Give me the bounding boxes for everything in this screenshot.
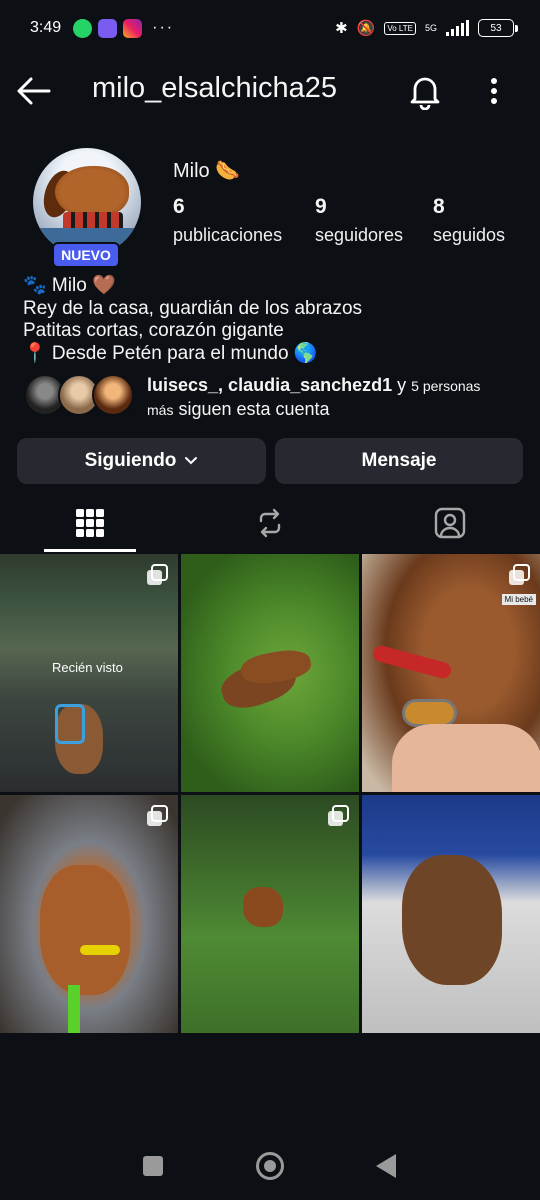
hand-shape — [392, 724, 540, 792]
post-thumbnail[interactable] — [181, 795, 359, 1033]
bluetooth-icon: ✱ — [335, 20, 348, 37]
back-button[interactable] — [376, 1154, 396, 1178]
message-button[interactable]: Mensaje — [275, 438, 523, 484]
profile-bio: 🐾 Milo 🤎 Rey de la casa, guardián de los… — [23, 275, 362, 365]
carousel-icon — [328, 805, 349, 826]
instagram-notification-icon — [123, 18, 143, 38]
avatar-dog-head — [55, 166, 129, 218]
collar-shape — [80, 945, 120, 955]
post-thumbnail[interactable] — [362, 795, 540, 1033]
app-notification-icon — [98, 18, 118, 38]
status-time: 3:49 — [30, 19, 62, 36]
more-notifications-icon: ··· — [152, 19, 175, 36]
posts-grid: Recién visto Mi bebé — [0, 554, 540, 1034]
status-bar: 3:49 ··· ✱ 🔕 Vo LTE 5G 53 — [0, 0, 540, 56]
tagged-user-icon — [434, 507, 466, 539]
volte-icon: Vo LTE — [384, 21, 416, 35]
carousel-icon — [147, 564, 168, 585]
more-options-icon[interactable] — [480, 74, 508, 108]
posts-count: 6 — [173, 195, 185, 218]
following-count: 8 — [433, 195, 445, 218]
mutual-followers[interactable]: luisecs_, claudia_sanchezd1 y 5 personas… — [24, 372, 524, 422]
mutual-connector: y — [392, 375, 412, 395]
profile-tabs — [0, 492, 540, 554]
stat-followers[interactable]: 9 seguidores — [315, 195, 403, 246]
bio-line: Rey de la casa, guardián de los abrazos — [23, 297, 363, 319]
tab-reposts[interactable] — [180, 492, 360, 554]
mutual-more: más — [147, 402, 174, 418]
bio-line: 🐾 Milo 🤎 — [23, 275, 116, 296]
following-label: seguidos — [433, 225, 506, 245]
profile-avatar[interactable] — [33, 148, 141, 256]
carousel-icon — [147, 805, 168, 826]
mute-icon: 🔕 — [356, 20, 376, 37]
whatsapp-notification-icon — [73, 18, 93, 38]
mutual-followers-text: luisecs_, claudia_sanchezd1 y 5 personas… — [147, 374, 527, 422]
repost-icon — [259, 508, 281, 538]
following-button[interactable]: Siguiendo — [17, 438, 266, 484]
back-arrow-icon[interactable] — [16, 73, 52, 109]
mutual-suffix: siguen esta cuenta — [173, 399, 330, 419]
mutual-avatar — [92, 374, 134, 416]
posts-label: publicaciones — [173, 225, 283, 245]
post-thumbnail[interactable]: Mi bebé — [362, 554, 540, 792]
carousel-icon — [509, 564, 530, 585]
profile-header: milo_elsalchicha25 — [0, 60, 540, 120]
dog-photo-shape — [402, 855, 502, 985]
status-right: ✱ 🔕 Vo LTE 5G 53 — [335, 19, 518, 37]
post-thumbnail[interactable] — [0, 795, 178, 1033]
following-button-label: Siguiendo — [84, 450, 177, 471]
dog-photo-shape — [40, 865, 130, 995]
message-button-label: Mensaje — [361, 450, 437, 471]
recently-viewed-label: Recién visto — [52, 660, 123, 675]
stat-posts[interactable]: 6 publicaciones — [173, 195, 282, 246]
home-button[interactable] — [256, 1152, 284, 1180]
mutual-count: 5 personas — [411, 378, 481, 394]
bio-line: Patitas cortas, corazón gigante — [23, 320, 284, 341]
recent-apps-button[interactable] — [143, 1156, 163, 1176]
display-name: Milo 🌭 — [173, 160, 241, 182]
mutual-names: luisecs_, claudia_sanchezd1 — [147, 375, 393, 395]
collar-shape — [371, 643, 453, 681]
post-thumbnail[interactable]: Recién visto — [0, 554, 178, 792]
active-tab-indicator — [44, 549, 136, 552]
post-thumbnail[interactable] — [181, 554, 359, 792]
new-badge: NUEVO — [52, 242, 120, 268]
photo-caption-tag: Mi bebé — [501, 594, 536, 605]
status-left: 3:49 ··· — [30, 18, 175, 38]
grid-icon — [76, 509, 104, 537]
battery-icon: 53 — [478, 19, 518, 37]
followers-label: seguidores — [315, 225, 404, 245]
toy-shape — [68, 985, 80, 1033]
hotdog-tag-shape — [402, 699, 457, 727]
network-type: 5G — [424, 23, 437, 33]
signal-icon — [446, 20, 469, 36]
bio-line: 📍 Desde Petén para el mundo 🌎 — [23, 342, 318, 364]
notification-bell-icon[interactable] — [406, 72, 444, 110]
tab-tagged[interactable] — [360, 492, 540, 554]
stat-following[interactable]: 8 seguidos — [433, 195, 505, 246]
profile-username: milo_elsalchicha25 — [92, 72, 338, 104]
followers-count: 9 — [315, 195, 327, 218]
dog-photo-shape — [238, 646, 314, 688]
harness-shape — [55, 704, 85, 744]
dog-photo-shape — [243, 887, 283, 927]
chevron-down-icon — [185, 457, 198, 465]
tab-posts-grid[interactable] — [0, 492, 180, 554]
